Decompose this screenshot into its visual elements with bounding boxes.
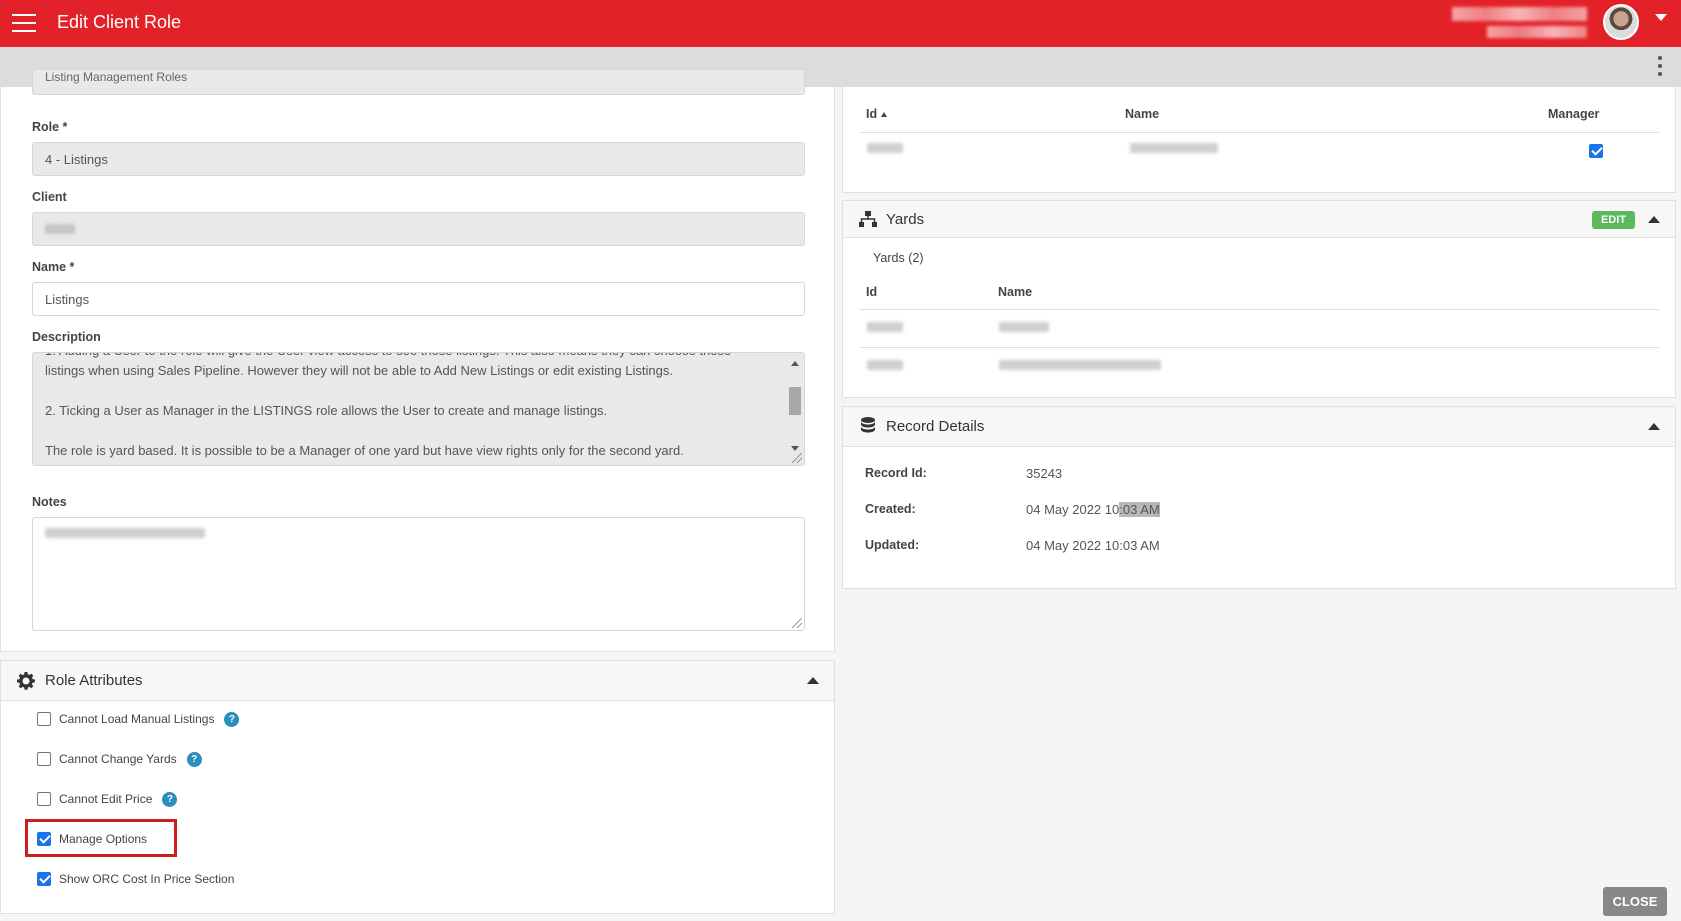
page-title: Edit Client Role bbox=[57, 12, 182, 32]
yards-header[interactable]: Yards EDIT bbox=[843, 201, 1675, 238]
column-header-name[interactable]: Name bbox=[1125, 107, 1159, 121]
database-icon bbox=[861, 417, 875, 433]
attribute-row[interactable]: Cannot Edit Price ? bbox=[37, 789, 178, 809]
updated-value: 04 May 2022 10:03 AM bbox=[1026, 538, 1160, 553]
avatar[interactable] bbox=[1603, 4, 1639, 40]
description-line: listings when using Sales Pipeline. Howe… bbox=[45, 363, 673, 378]
name-label: Name * bbox=[32, 260, 75, 274]
gear-icon bbox=[17, 672, 35, 690]
description-line: The role is yard based. It is possible t… bbox=[45, 443, 684, 458]
column-header-id[interactable]: Id bbox=[866, 107, 888, 121]
checkbox-cannot-change-yards[interactable] bbox=[37, 752, 51, 766]
edit-yards-button[interactable]: EDIT bbox=[1591, 211, 1635, 229]
help-icon[interactable]: ? bbox=[186, 751, 202, 767]
checkbox-cannot-edit-price[interactable] bbox=[37, 792, 51, 806]
table-cell-name bbox=[999, 360, 1161, 370]
notes-textarea[interactable] bbox=[32, 517, 805, 631]
role-attributes-title: Role Attributes bbox=[45, 672, 143, 689]
attribute-label: Show ORC Cost In Price Section bbox=[59, 872, 235, 886]
role-attributes-header[interactable]: Role Attributes bbox=[1, 661, 834, 701]
column-header-id[interactable]: Id bbox=[866, 285, 877, 299]
yards-card: Yards EDIT Yards (2) Id Name bbox=[842, 200, 1676, 398]
attribute-row[interactable]: Show ORC Cost In Price Section bbox=[37, 869, 234, 889]
record-details-card: Record Details Record Id: 35243 Created:… bbox=[842, 406, 1676, 589]
column-header-name[interactable]: Name bbox=[998, 285, 1032, 299]
close-button[interactable]: CLOSE bbox=[1603, 887, 1667, 916]
textarea-scrollbar[interactable] bbox=[788, 355, 802, 463]
column-header-manager[interactable]: Manager bbox=[1548, 107, 1599, 121]
role-form-card: Listing Management Roles Role * 4 - List… bbox=[0, 69, 835, 652]
table-cell-name bbox=[1130, 143, 1218, 153]
chevron-up-icon[interactable] bbox=[807, 677, 819, 684]
description-textarea[interactable]: 1. Adding a User to the role will give t… bbox=[32, 352, 805, 466]
checkbox-cannot-load-manual-listings[interactable] bbox=[37, 712, 51, 726]
client-field bbox=[32, 212, 805, 246]
created-value-part: 04 May 2022 10 bbox=[1026, 502, 1120, 517]
top-app-bar: Edit Client Role bbox=[0, 0, 1681, 47]
selected-text: :03 AM bbox=[1119, 502, 1160, 517]
table-cell-id bbox=[867, 322, 903, 332]
manager-checkbox[interactable] bbox=[1589, 144, 1603, 158]
attribute-row[interactable]: Cannot Change Yards ? bbox=[37, 749, 202, 769]
updated-label: Updated: bbox=[865, 538, 920, 552]
help-icon[interactable]: ? bbox=[224, 711, 240, 727]
created-value: 04 May 2022 10:03 AM bbox=[1026, 502, 1160, 517]
description-line: 1. Adding a User to the role will give t… bbox=[45, 353, 785, 361]
checkbox-show-orc-cost[interactable] bbox=[37, 872, 51, 886]
user-info bbox=[1452, 5, 1587, 41]
help-icon[interactable]: ? bbox=[162, 791, 178, 807]
attribute-label: Cannot Load Manual Listings bbox=[59, 712, 215, 726]
highlight-annotation bbox=[25, 819, 177, 857]
name-value: Listings bbox=[45, 292, 90, 307]
managers-table-card: Id Name Manager bbox=[842, 87, 1676, 193]
more-options-icon[interactable] bbox=[1657, 56, 1663, 78]
resize-handle[interactable] bbox=[792, 618, 802, 628]
table-cell-id bbox=[867, 360, 903, 370]
role-value: 4 - Listings bbox=[45, 152, 108, 167]
yards-subtitle: Yards (2) bbox=[873, 251, 924, 265]
column-header-label: Id bbox=[866, 107, 878, 121]
record-id-value: 35243 bbox=[1026, 466, 1063, 481]
created-label: Created: bbox=[865, 502, 916, 516]
client-label: Client bbox=[32, 190, 67, 204]
description-line: 2. Ticking a User as Manager in the LIST… bbox=[45, 403, 608, 418]
role-label: Role * bbox=[32, 120, 68, 134]
role-field: 4 - Listings bbox=[32, 142, 805, 176]
record-details-header[interactable]: Record Details bbox=[843, 407, 1675, 447]
table-cell-name bbox=[999, 322, 1049, 332]
attribute-row[interactable]: Cannot Load Manual Listings ? bbox=[37, 709, 240, 729]
record-details-title: Record Details bbox=[886, 418, 985, 435]
role-group-field: Listing Management Roles bbox=[32, 69, 805, 95]
attribute-label: Cannot Change Yards bbox=[59, 752, 177, 766]
table-cell-id bbox=[867, 143, 903, 153]
name-input[interactable]: Listings bbox=[32, 282, 805, 316]
chevron-down-icon[interactable] bbox=[1655, 14, 1667, 21]
sitemap-icon bbox=[859, 211, 877, 227]
role-attributes-card: Role Attributes Cannot Load Manual Listi… bbox=[0, 660, 835, 914]
record-id-label: Record Id: bbox=[865, 466, 927, 480]
yards-title: Yards bbox=[886, 211, 925, 228]
notes-label: Notes bbox=[32, 495, 67, 509]
attribute-label: Cannot Edit Price bbox=[59, 792, 153, 806]
chevron-up-icon[interactable] bbox=[1648, 216, 1660, 223]
description-label: Description bbox=[32, 330, 101, 344]
sort-ascending-icon bbox=[881, 112, 888, 118]
role-group-value: Listing Management Roles bbox=[45, 70, 188, 84]
chevron-up-icon[interactable] bbox=[1648, 423, 1660, 430]
hamburger-menu-icon[interactable] bbox=[12, 14, 38, 34]
resize-handle[interactable] bbox=[792, 453, 802, 463]
